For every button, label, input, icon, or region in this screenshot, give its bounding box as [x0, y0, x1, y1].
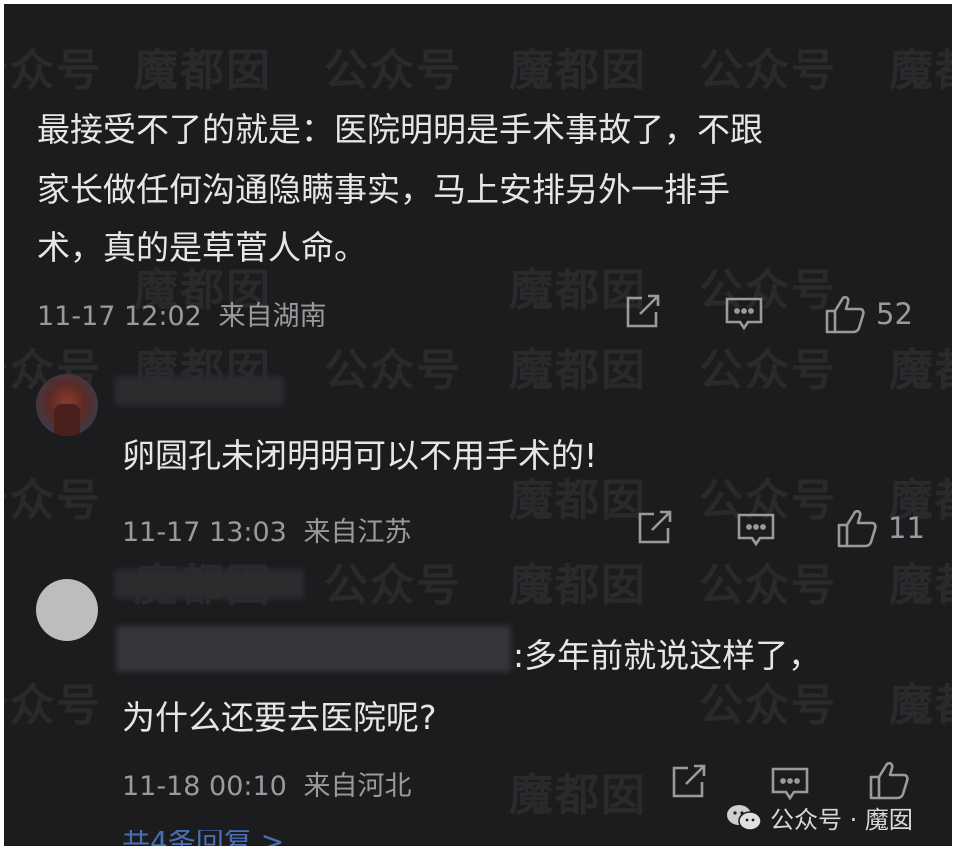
- watermark-text: 魔都囡: [509, 560, 647, 611]
- watermark-text: 公众号: [699, 345, 837, 396]
- watermark-text: 魔都囡: [134, 45, 272, 96]
- wechat-icon: [727, 804, 762, 831]
- comment-time: 11-18 00:10: [122, 771, 287, 802]
- watermark-text: 公众号: [699, 560, 837, 611]
- comment-meta: 11-17 12:02 来自湖南: [37, 294, 326, 333]
- like-count: 11: [888, 511, 925, 545]
- comment-text: 卵圆孔未闭明明可以不用手术的!: [122, 436, 598, 475]
- comment-time: 11-17 12:02: [37, 301, 202, 332]
- share-icon: [638, 510, 672, 544]
- screenshot-frame: 公众号 魔都囡 公众号 魔都囡 公众号 魔都囡 魔都囡 魔都囡 公众号 公众号 …: [4, 4, 952, 846]
- watermark-text: 公众号: [324, 45, 462, 96]
- reply-target-redacted: [116, 626, 511, 672]
- comment-text: 最接受不了的就是：医院明明是手术事故了，不跟: [37, 110, 763, 149]
- source-badge: 公众号 · 魔囡: [726, 800, 913, 835]
- thumbs-up-icon: [837, 509, 877, 548]
- watermark-text: 魔都囡: [509, 45, 647, 96]
- watermark-text: 公众号: [699, 680, 837, 731]
- share-button[interactable]: [636, 510, 674, 546]
- comment-button[interactable]: [724, 296, 764, 332]
- comment-text: 为什么还要去医院呢?: [122, 698, 437, 737]
- watermark-text: 魔都囡: [509, 770, 647, 821]
- comment-location: 来自河北: [303, 771, 412, 802]
- like-button[interactable]: [868, 760, 910, 800]
- comment-text: 家长做任何沟通隐瞒事实，马上安排另外一排手: [37, 170, 730, 209]
- username-redacted: [114, 569, 304, 599]
- comment-time: 11-17 13:03: [122, 517, 287, 548]
- watermark-text: 魔都囡: [889, 45, 952, 96]
- watermark-text: 公众号: [699, 265, 837, 316]
- watermark-text: 魔都囡: [509, 345, 647, 396]
- share-button[interactable]: [624, 294, 662, 330]
- comment-button[interactable]: [736, 512, 776, 548]
- avatar[interactable]: [36, 374, 98, 436]
- comment-location: 来自江苏: [303, 517, 412, 548]
- comment-icon: [737, 513, 775, 547]
- share-icon: [626, 294, 660, 328]
- share-icon: [672, 764, 706, 798]
- comment-meta: 11-17 13:03 来自江苏: [122, 510, 411, 549]
- comment-text: :多年前就说这样了，: [513, 636, 822, 675]
- comment-location: 来自湖南: [218, 301, 327, 332]
- watermark-text: 魔都囡: [889, 680, 952, 731]
- comment-text: 术，真的是草菅人命。: [37, 228, 367, 267]
- watermark-text: 公众号: [4, 45, 102, 96]
- share-button[interactable]: [670, 764, 708, 800]
- watermark-text: 公众号: [324, 345, 462, 396]
- watermark-text: 公众号: [699, 45, 837, 96]
- source-badge-label: 公众号 · 魔囡: [770, 806, 913, 834]
- view-replies-link[interactable]: 共4条回复 >: [122, 830, 284, 846]
- username-redacted: [114, 376, 284, 406]
- watermark-text: 魔都囡: [889, 560, 952, 611]
- comment-meta: 11-18 00:10 来自河北: [122, 764, 411, 803]
- like-button[interactable]: 52: [824, 294, 913, 334]
- watermark-text: 公众号: [4, 475, 102, 526]
- thumbs-up-icon: [825, 295, 865, 334]
- watermark-text: 公众号: [324, 560, 462, 611]
- comment-icon: [771, 767, 809, 801]
- thumbs-up-icon: [869, 761, 909, 800]
- watermark-text: 魔都囡: [889, 345, 952, 396]
- comment-button[interactable]: [770, 766, 810, 802]
- view-replies-text: 共4条回复 >: [122, 830, 284, 846]
- avatar[interactable]: [36, 579, 98, 641]
- like-button[interactable]: 11: [836, 508, 925, 548]
- comment-icon: [725, 297, 763, 331]
- like-count: 52: [876, 297, 913, 331]
- watermark-text: 公众号: [4, 680, 102, 731]
